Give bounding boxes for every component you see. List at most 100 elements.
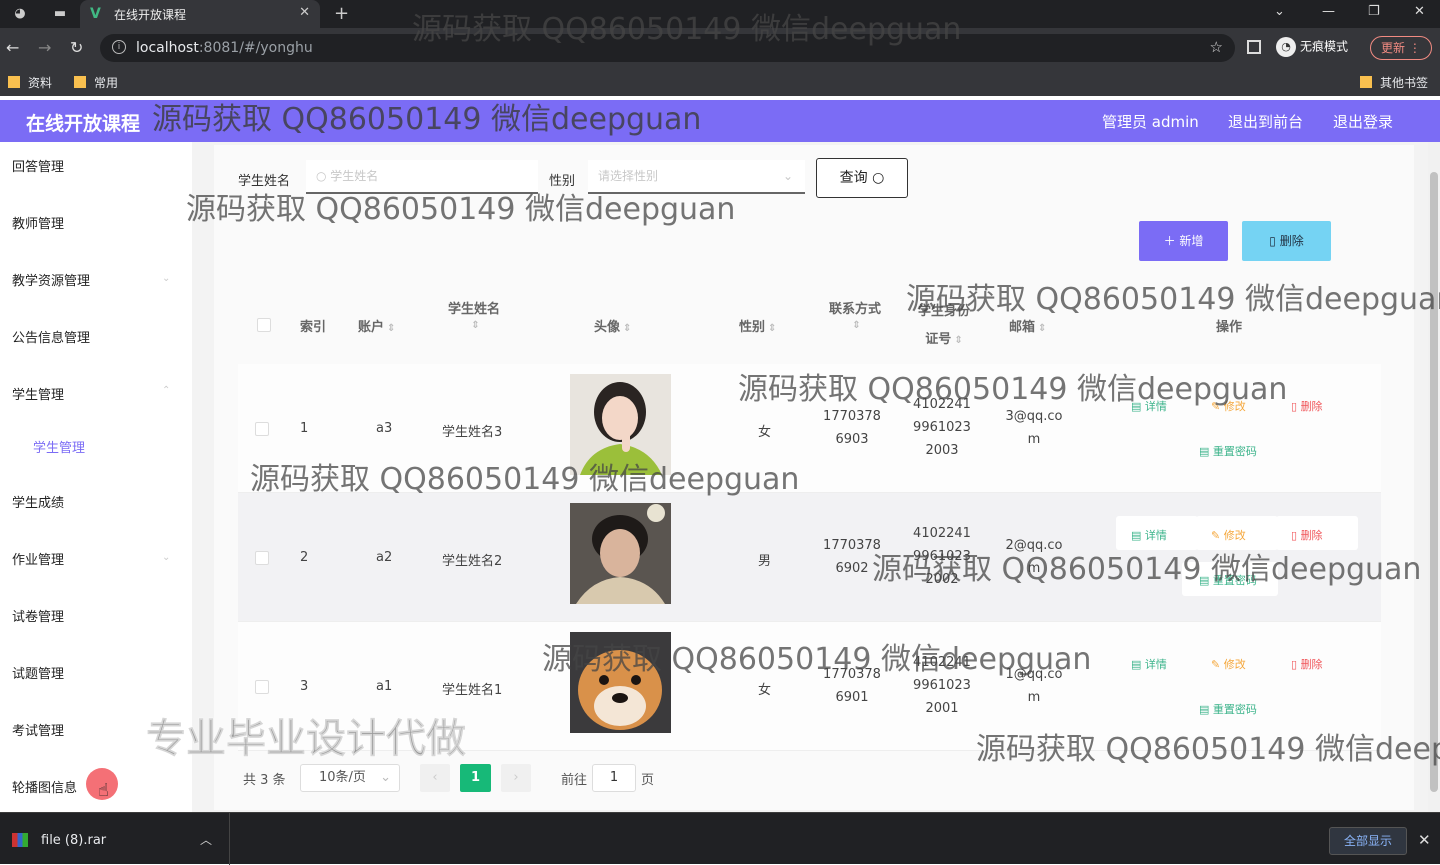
download-bar-close-icon[interactable]: ✕: [1418, 831, 1431, 849]
sort-icon[interactable]: ⇕: [1038, 323, 1046, 334]
sidebar-item-carousel[interactable]: 轮播图信息: [12, 777, 77, 796]
site-info-icon[interactable]: i: [112, 40, 126, 54]
tab-search-icon[interactable]: ▬: [52, 6, 68, 22]
gender-filter-select[interactable]: 请选择性别 ⌄: [588, 160, 805, 194]
goto-page-input[interactable]: 1: [592, 764, 636, 792]
scrollbar-thumb[interactable]: [1430, 172, 1438, 792]
detail-button[interactable]: ▤ 详情: [1131, 656, 1167, 672]
edit-button[interactable]: ✎ 修改: [1211, 656, 1246, 672]
current-page[interactable]: 1: [460, 764, 491, 792]
query-button[interactable]: 查询 ○: [816, 158, 908, 198]
bookmark-folder-ziliao[interactable]: 资料: [8, 74, 52, 91]
sidebar-item-answers[interactable]: 回答管理: [12, 156, 64, 175]
maximize-icon[interactable]: ❐: [1368, 4, 1380, 19]
edit-button[interactable]: ✎ 修改: [1211, 398, 1246, 414]
folder-icon: [74, 76, 86, 88]
to-front-link[interactable]: 退出到前台: [1228, 111, 1303, 132]
sort-icon[interactable]: ⇕: [623, 323, 631, 334]
cell-email: 3@qq.com: [1005, 409, 1063, 447]
app-title: 在线开放课程: [26, 113, 141, 135]
browser-tab[interactable]: V 在线开放课程 ✕: [80, 0, 320, 28]
select-all-checkbox[interactable]: [257, 318, 271, 332]
reset-password-button[interactable]: ▤ 重置密码: [1199, 701, 1257, 717]
sidebar-item-students[interactable]: 学生管理: [12, 384, 64, 403]
sidebar-item-exams[interactable]: 考试管理: [12, 720, 64, 739]
forward-icon[interactable]: →: [38, 38, 51, 57]
detail-button[interactable]: ▤ 详情: [1131, 398, 1167, 414]
side-panel-icon[interactable]: [1247, 40, 1261, 54]
bookmark-folder-changyong[interactable]: 常用: [74, 74, 118, 91]
reset-password-button[interactable]: ▤ 重置密码: [1199, 572, 1257, 588]
detail-button[interactable]: ▤ 详情: [1131, 527, 1167, 543]
tab-close-icon[interactable]: ✕: [299, 5, 310, 20]
incognito-indicator[interactable]: ◔ 无痕模式: [1276, 37, 1348, 57]
column-header-name[interactable]: 学生姓名 ⇕: [444, 298, 504, 332]
download-item[interactable]: file (8).rar ︿: [0, 813, 230, 865]
sidebar-item-papers[interactable]: 试卷管理: [12, 606, 64, 625]
edit-button[interactable]: ✎ 修改: [1211, 527, 1246, 543]
sort-icon[interactable]: ⇕: [471, 320, 479, 331]
edit-icon: ✎: [1211, 529, 1224, 542]
delete-button[interactable]: ▯ 删除: [1291, 398, 1323, 414]
pagination-total: 共 3 条: [243, 773, 286, 788]
document-icon: ▤: [1131, 529, 1145, 542]
trash-icon: ▯: [1291, 400, 1301, 413]
sidebar-item-questions[interactable]: 试题管理: [12, 663, 64, 682]
row-checkbox[interactable]: [255, 422, 269, 436]
archive-icon: [12, 833, 28, 847]
gender-filter-label: 性别: [549, 174, 576, 189]
column-header-account[interactable]: 账户 ⇕: [358, 316, 395, 335]
trash-icon: ▯: [1291, 658, 1301, 671]
address-bar[interactable]: i localhost:8081/#/yonghu ☆: [100, 34, 1235, 62]
sort-icon[interactable]: ⇕: [768, 323, 776, 334]
delete-button[interactable]: ▯ 删除: [1291, 656, 1323, 672]
sidebar-item-scores[interactable]: 学生成绩: [12, 492, 64, 511]
logout-link[interactable]: 退出登录: [1333, 111, 1393, 132]
prev-page-button[interactable]: ‹: [420, 764, 450, 792]
update-button[interactable]: 更新 ⋮: [1370, 36, 1432, 60]
folder-icon: [8, 76, 20, 88]
back-icon[interactable]: ←: [6, 38, 19, 57]
cell-email: 1@qq.com: [1005, 667, 1063, 705]
sort-icon[interactable]: ⇕: [387, 323, 395, 334]
next-page-button[interactable]: ›: [501, 764, 531, 792]
row-checkbox[interactable]: [255, 680, 269, 694]
column-header-idcard[interactable]: 学生身份证号 ⇕: [914, 298, 974, 355]
cell-name: 学生姓名2: [442, 554, 503, 569]
reload-icon[interactable]: ↻: [70, 38, 83, 57]
row-checkbox[interactable]: [255, 551, 269, 565]
reset-password-button[interactable]: ▤ 重置密码: [1199, 443, 1257, 459]
url-text[interactable]: localhost:8081/#/yonghu: [136, 40, 313, 56]
sidebar-item-resources[interactable]: 教学资源管理: [12, 270, 90, 289]
column-header-email[interactable]: 邮箱 ⇕: [1009, 316, 1046, 335]
sidebar-item-teachers[interactable]: 教师管理: [12, 213, 64, 232]
bookmark-star-icon[interactable]: ☆: [1210, 38, 1223, 56]
column-header-phone[interactable]: 联系方式 ⇕: [826, 298, 884, 332]
tab-list-chevron-icon[interactable]: ⌄: [1274, 4, 1285, 19]
cell-idcard: 410224199610232003: [913, 397, 971, 458]
name-filter-input[interactable]: ○ 学生姓名: [306, 160, 538, 194]
sidebar-item-notices[interactable]: 公告信息管理: [12, 327, 90, 346]
column-header-avatar[interactable]: 头像 ⇕: [594, 316, 631, 335]
sidebar-item-homework[interactable]: 作业管理: [12, 549, 64, 568]
other-bookmarks[interactable]: 其他书签: [1360, 74, 1428, 91]
page-size-select[interactable]: 10条/页 ⌄: [300, 764, 400, 792]
delete-button[interactable]: ▯ 删除: [1291, 527, 1323, 543]
minimize-icon[interactable]: —: [1322, 4, 1335, 19]
browser-menu-icon[interactable]: ◕: [12, 6, 28, 22]
batch-delete-button[interactable]: ▯ 删除: [1242, 221, 1331, 261]
page-scrollbar[interactable]: [1428, 142, 1440, 812]
edit-icon: ✎: [1211, 658, 1224, 671]
sort-icon[interactable]: ⇕: [954, 335, 962, 346]
cell-account: a2: [376, 550, 393, 565]
add-button[interactable]: ＋ 新增: [1139, 221, 1228, 261]
chevron-up-icon[interactable]: ︿: [200, 831, 212, 848]
sidebar-subitem-students[interactable]: 学生管理: [33, 437, 85, 456]
column-header-gender[interactable]: 性别 ⇕: [739, 316, 776, 335]
show-all-downloads-button[interactable]: 全部显示: [1329, 827, 1407, 855]
window-close-icon[interactable]: ✕: [1414, 4, 1425, 19]
cell-gender: 女: [758, 425, 772, 440]
chevron-down-icon: ⌄: [380, 770, 391, 785]
sort-icon[interactable]: ⇕: [852, 320, 860, 331]
new-tab-icon[interactable]: +: [334, 3, 349, 24]
